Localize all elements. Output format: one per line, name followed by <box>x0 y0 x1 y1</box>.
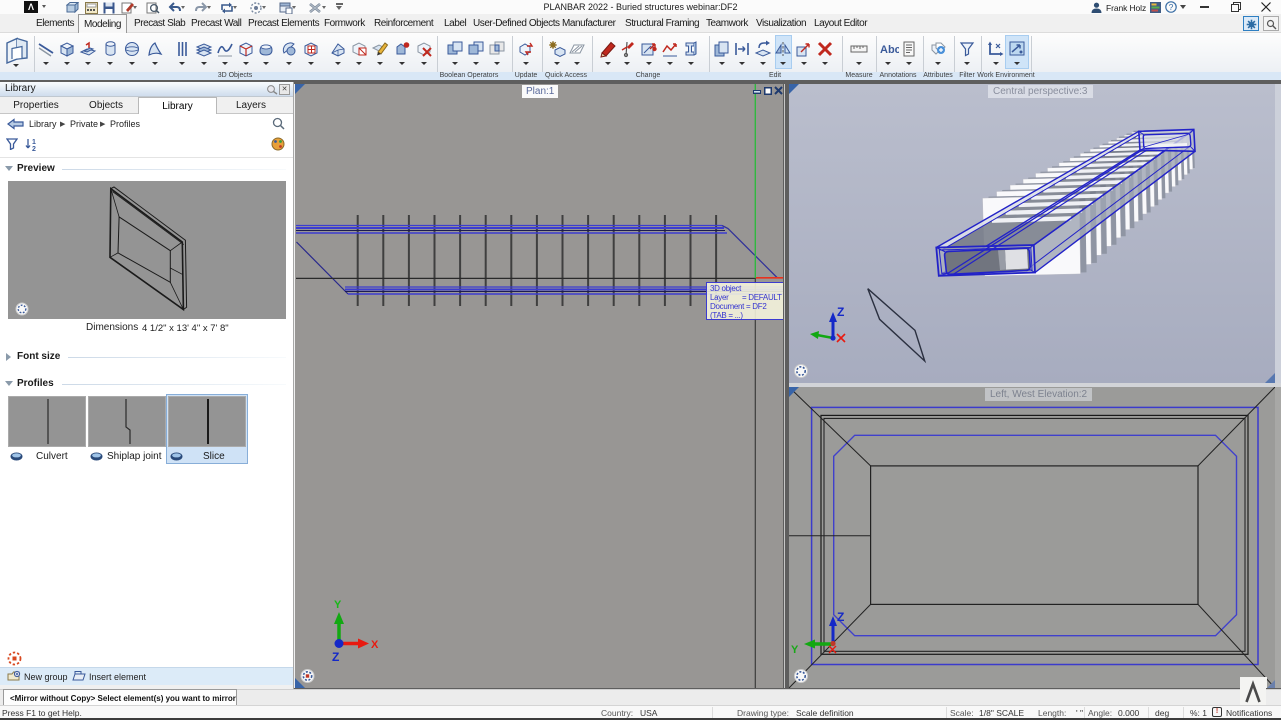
svg-text:Z: Z <box>837 610 844 624</box>
svg-text:Z: Z <box>837 305 844 319</box>
svg-text:Y: Y <box>334 599 342 611</box>
svg-text:Z: Z <box>332 650 339 664</box>
svg-text:X: X <box>371 639 379 651</box>
svg-text:1: 1 <box>32 139 36 146</box>
svg-text:Y: Y <box>791 644 799 656</box>
svg-text:?: ? <box>1169 2 1174 12</box>
svg-text:Abc: Abc <box>880 44 899 56</box>
svg-text:2: 2 <box>32 146 36 151</box>
